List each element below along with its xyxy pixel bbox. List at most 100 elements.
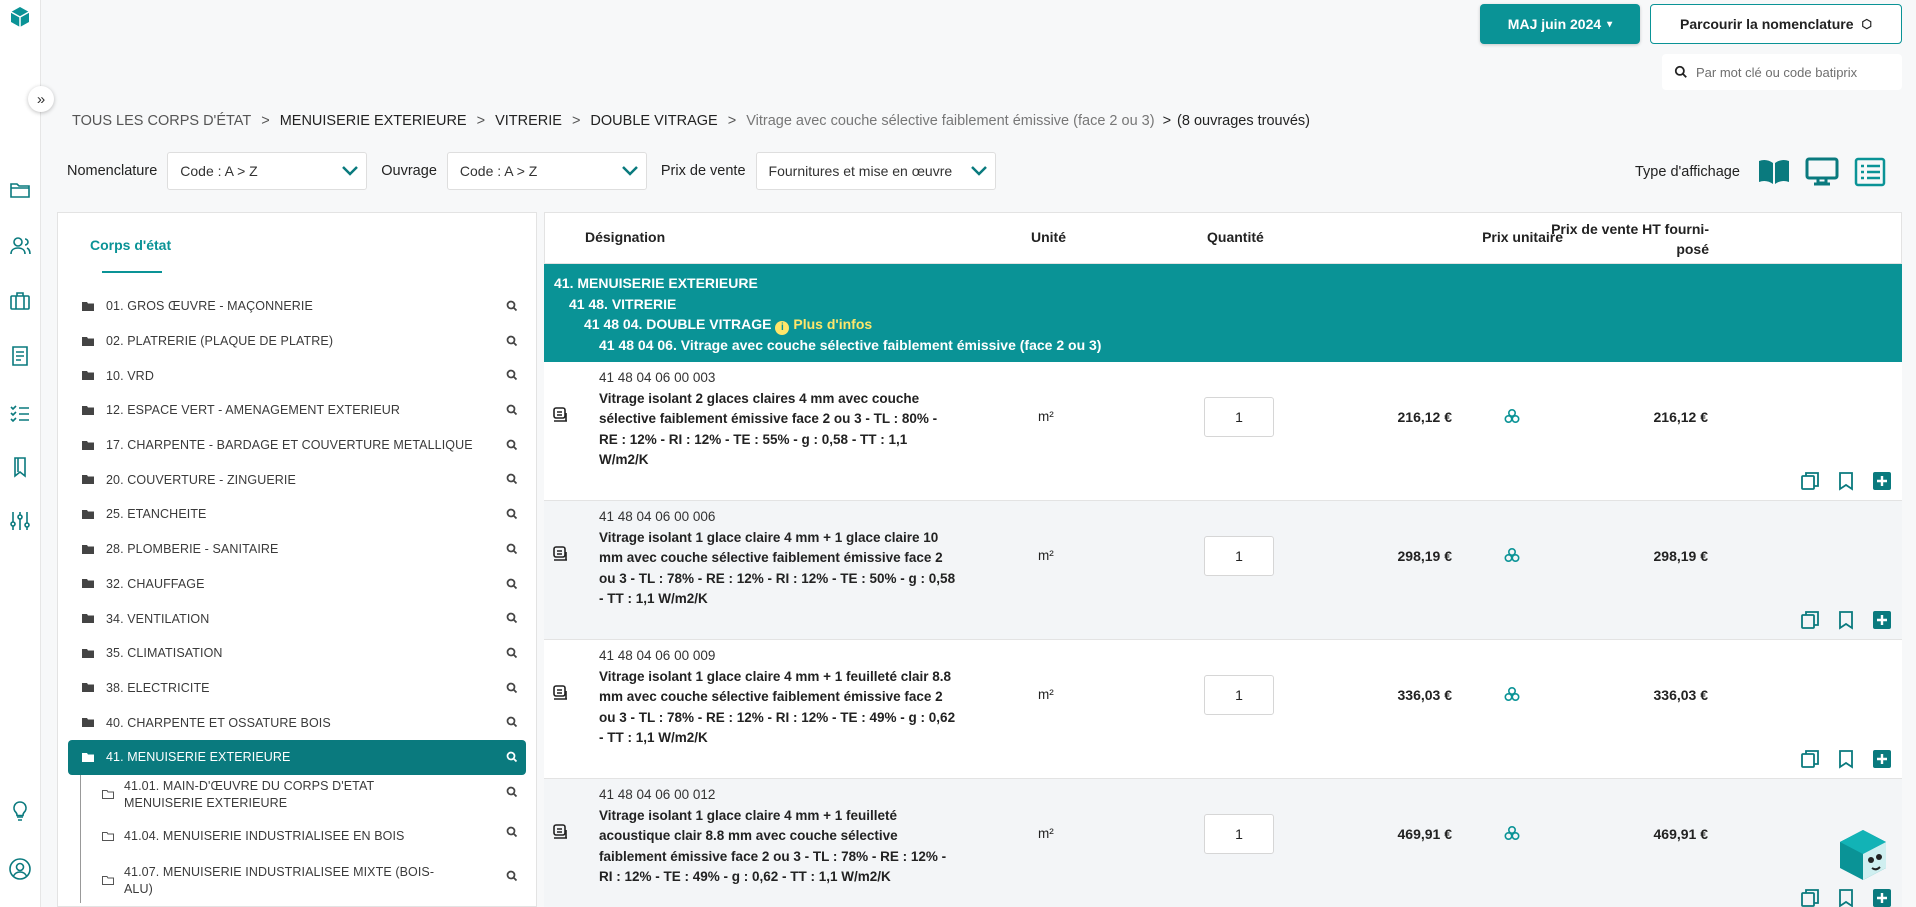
- trades-list: 01. GROS ŒUVRE - MAÇONNERIE 02. PLATRERIE…: [68, 289, 526, 903]
- search-icon[interactable]: [506, 508, 518, 520]
- search-icon[interactable]: [506, 870, 518, 882]
- trade-item[interactable]: 12. ESPACE VERT - AMENAGEMENT EXTERIEUR: [68, 393, 526, 428]
- search-icon[interactable]: [506, 786, 518, 798]
- trade-item[interactable]: 34. VENTILATION: [68, 601, 526, 636]
- breadcrumb-all-trades[interactable]: TOUS LES CORPS D'ÉTAT: [72, 113, 251, 129]
- app-logo-icon[interactable]: [7, 4, 33, 30]
- quantity-input[interactable]: [1204, 814, 1274, 854]
- quantity-input[interactable]: [1204, 397, 1274, 437]
- trade-item[interactable]: 01. GROS ŒUVRE - MAÇONNERIE: [68, 289, 526, 324]
- document-icon[interactable]: [7, 343, 33, 369]
- search-icon[interactable]: [506, 751, 518, 763]
- trade-item-label: 12. ESPACE VERT - AMENAGEMENT EXTERIEUR: [106, 403, 401, 418]
- app-rail: [0, 0, 41, 907]
- copy-icon[interactable]: [1799, 887, 1821, 907]
- copy-icon[interactable]: [1799, 748, 1821, 770]
- trade-item[interactable]: 40. CHARPENTE ET OSSATURE BOIS: [68, 705, 526, 740]
- search-icon[interactable]: [506, 682, 518, 694]
- add-to-estimate-icon[interactable]: [1871, 748, 1893, 770]
- search-icon[interactable]: [506, 335, 518, 347]
- bookmarks-icon[interactable]: [7, 454, 33, 480]
- trade-item[interactable]: 25. ETANCHEITE: [68, 497, 526, 532]
- list-view-icon[interactable]: [1852, 156, 1888, 188]
- book-view-icon[interactable]: [1756, 156, 1792, 188]
- ouvrage-sort-select[interactable]: Code : A > Z: [446, 152, 647, 190]
- search-icon[interactable]: [506, 578, 518, 590]
- bookmark-icon[interactable]: [1835, 887, 1857, 907]
- sale-price-value: Fournitures et mise en œuvre: [768, 163, 953, 179]
- column-designation[interactable]: Désignation: [585, 229, 665, 245]
- search-input[interactable]: [1696, 64, 1896, 80]
- bookmark-icon[interactable]: [1835, 470, 1857, 492]
- checklist-icon[interactable]: [7, 400, 33, 426]
- search-icon[interactable]: [506, 826, 518, 838]
- lightbulb-icon[interactable]: [7, 798, 33, 824]
- quantity-input[interactable]: [1204, 675, 1274, 715]
- trade-item[interactable]: 20. COUVERTURE - ZINGUERIE: [68, 462, 526, 497]
- search-icon[interactable]: [506, 543, 518, 555]
- update-version-button[interactable]: MAJ juin 2024 ▾: [1480, 4, 1640, 44]
- trade-item[interactable]: 10. VRD: [68, 358, 526, 393]
- tab-corps-etat[interactable]: Corps d'état: [90, 237, 171, 253]
- work-description[interactable]: Vitrage isolant 1 glace claire 4 mm + 1 …: [599, 528, 959, 609]
- subtrade-item[interactable]: 41.07. MENUISERIE INDUSTRIALISEE MIXTE (…: [68, 858, 526, 903]
- column-quantity[interactable]: Quantité: [1207, 229, 1264, 245]
- column-unit-price[interactable]: Prix unitaire: [1433, 229, 1563, 245]
- price-breakdown-icon[interactable]: [1504, 408, 1520, 424]
- sale-price: 216,12 €: [1653, 409, 1709, 425]
- nomenclature-sort-select[interactable]: Code : A > Z: [167, 152, 368, 190]
- browse-nomenclature-button[interactable]: Parcourir la nomenclature ⬡: [1650, 4, 1902, 44]
- price-breakdown-icon[interactable]: [1504, 825, 1520, 841]
- expand-sidebar-button[interactable]: »: [28, 86, 54, 112]
- trade-item[interactable]: 41. MENUISERIE EXTERIEURE: [68, 739, 526, 775]
- bookmark-icon[interactable]: [1835, 748, 1857, 770]
- briefcase-icon[interactable]: [7, 288, 33, 314]
- folder-icon: [82, 371, 94, 381]
- column-sale-price[interactable]: Prix de vente HT fourni-posé: [1545, 219, 1709, 259]
- desktop-view-icon[interactable]: [1804, 156, 1840, 188]
- work-description[interactable]: Vitrage isolant 1 glace claire 4 mm + 1 …: [599, 667, 959, 748]
- search-icon[interactable]: [506, 404, 518, 416]
- add-to-estimate-icon[interactable]: [1871, 609, 1893, 631]
- folder-icon[interactable]: [7, 177, 33, 203]
- trade-item[interactable]: 02. PLATRERIE (PLAQUE DE PLATRE): [68, 324, 526, 359]
- search-icon[interactable]: [506, 716, 518, 728]
- search-icon[interactable]: [506, 439, 518, 451]
- bookmark-icon[interactable]: [1835, 609, 1857, 631]
- copy-icon[interactable]: [1799, 470, 1821, 492]
- subtrade-item[interactable]: 41.01. MAIN-D'ŒUVRE DU CORPS D'ETAT MENU…: [68, 774, 526, 815]
- trade-item[interactable]: 17. CHARPENTE - BARDAGE ET COUVERTURE ME…: [68, 428, 526, 463]
- add-to-estimate-icon[interactable]: [1871, 470, 1893, 492]
- trade-item[interactable]: 35. CLIMATISATION: [68, 636, 526, 671]
- trade-item[interactable]: 32. CHAUFFAGE: [68, 567, 526, 602]
- breadcrumb-menuiserie[interactable]: MENUISERIE EXTERIEURE: [280, 113, 467, 129]
- column-unit[interactable]: Unité: [1031, 229, 1066, 245]
- more-info-label: Plus d'infos: [793, 316, 873, 332]
- price-breakdown-icon[interactable]: [1504, 686, 1520, 702]
- trade-item[interactable]: 38. ELECTRICITE: [68, 671, 526, 706]
- search-icon[interactable]: [506, 612, 518, 624]
- work-description[interactable]: Vitrage isolant 1 glace claire 4 mm + 1 …: [599, 806, 959, 887]
- search-icon[interactable]: [506, 300, 518, 312]
- search-icon[interactable]: [506, 369, 518, 381]
- breadcrumb-vitrerie[interactable]: VITRERIE: [495, 113, 562, 129]
- trade-item[interactable]: 28. PLOMBERIE - SANITAIRE: [68, 532, 526, 567]
- copy-icon[interactable]: [1799, 609, 1821, 631]
- add-to-estimate-icon[interactable]: [1871, 887, 1893, 907]
- quantity-input[interactable]: [1204, 536, 1274, 576]
- sale-price-select[interactable]: Fournitures et mise en œuvre: [755, 152, 996, 190]
- search-icon[interactable]: [506, 473, 518, 485]
- search-icon: [1674, 65, 1687, 78]
- breadcrumb-double-vitrage[interactable]: DOUBLE VITRAGE: [590, 113, 717, 129]
- subtrade-item[interactable]: 41.04. MENUISERIE INDUSTRIALISEE EN BOIS: [68, 814, 526, 859]
- users-icon[interactable]: [7, 233, 33, 259]
- sale-price-label: Prix de vente: [660, 163, 746, 179]
- browse-nomenclature-label: Parcourir la nomenclature: [1680, 16, 1854, 32]
- assistant-mascot-icon[interactable]: [1834, 826, 1892, 884]
- price-breakdown-icon[interactable]: [1504, 547, 1520, 563]
- search-icon[interactable]: [506, 647, 518, 659]
- user-profile-icon[interactable]: [7, 856, 33, 882]
- settings-sliders-icon[interactable]: [7, 508, 33, 534]
- work-description[interactable]: Vitrage isolant 2 glaces claires 4 mm av…: [599, 389, 959, 470]
- more-info-link[interactable]: i Plus d'infos: [775, 316, 873, 335]
